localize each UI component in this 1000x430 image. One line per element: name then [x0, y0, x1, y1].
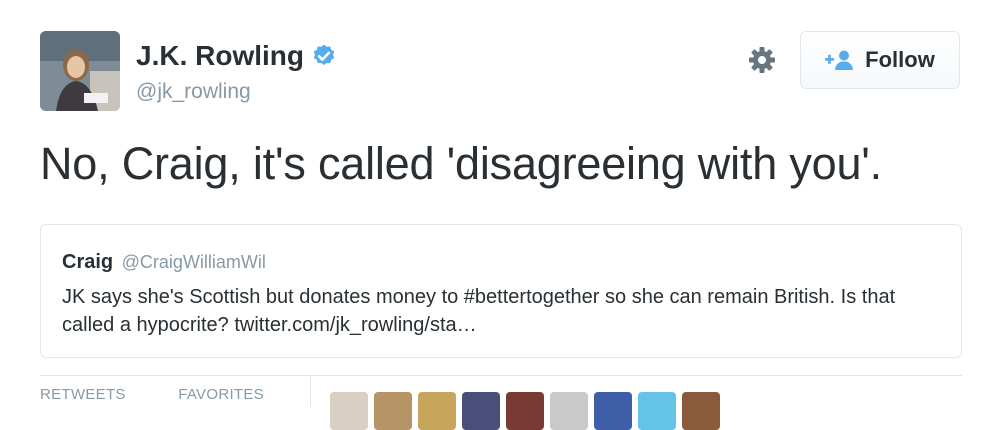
user-name-row: J.K. Rowling: [136, 40, 337, 72]
user-name[interactable]: J.K. Rowling: [136, 40, 304, 72]
follow-label: Follow: [865, 47, 935, 72]
favorites-label[interactable]: FAVORITES: [178, 386, 264, 403]
retweets-label[interactable]: RETWEETS: [40, 386, 126, 403]
tweet-text: No, Craig, it's called 'disagreeing with…: [40, 138, 882, 189]
favoriter-avatars: [330, 392, 720, 430]
avatar[interactable]: [40, 31, 120, 111]
favoriter-avatar[interactable]: [594, 392, 632, 430]
gear-icon[interactable]: [746, 44, 778, 76]
stats-separator: [310, 376, 311, 406]
favoriter-avatar[interactable]: [462, 392, 500, 430]
favoriter-avatar[interactable]: [638, 392, 676, 430]
favoriter-avatar[interactable]: [418, 392, 456, 430]
favoriter-avatar[interactable]: [330, 392, 368, 430]
stats-divider: [40, 375, 962, 376]
quoted-tweet-header: Craig @CraigWilliamWil: [62, 251, 266, 274]
quoted-tweet-text: JK says she's Scottish but donates money…: [62, 286, 896, 336]
quoted-user-handle: @CraigWilliamWil: [121, 252, 266, 272]
quoted-user-name: Craig: [62, 251, 114, 273]
quoted-tweet[interactable]: Craig @CraigWilliamWil JK says she's Sco…: [40, 224, 962, 358]
user-handle[interactable]: @jk_rowling: [136, 80, 251, 104]
favoriter-avatar[interactable]: [374, 392, 412, 430]
tweet-stats: RETWEETS FAVORITES: [40, 386, 264, 403]
favoriter-avatar[interactable]: [682, 392, 720, 430]
add-user-icon: [825, 49, 855, 71]
avatar-photo: [40, 31, 120, 111]
follow-button[interactable]: Follow: [800, 31, 960, 89]
favoriter-avatar[interactable]: [506, 392, 544, 430]
favoriter-avatar[interactable]: [550, 392, 588, 430]
verified-badge-icon: [311, 43, 337, 69]
